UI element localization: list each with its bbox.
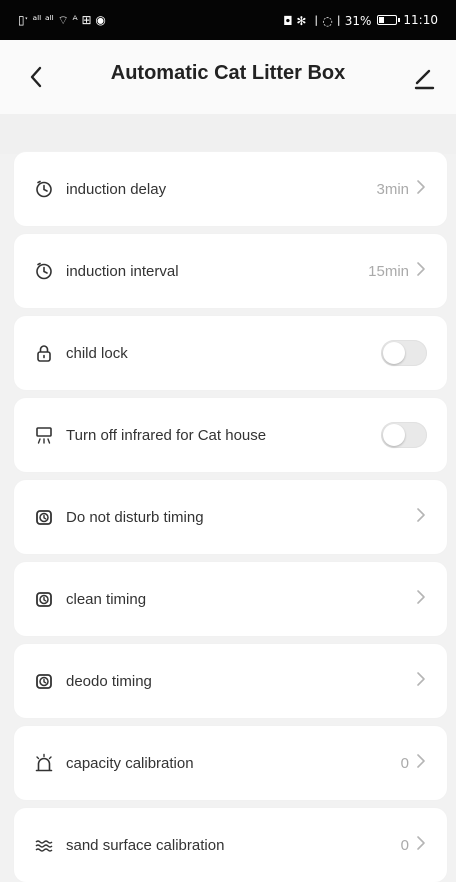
toggle-switch[interactable] [381,340,427,366]
setting-label: induction delay [66,180,167,198]
chevron-right-icon [415,261,427,282]
status-left-text: ▯ˑ ᵃˡˡ ᵃˡˡ ⌔ ᴬ ⊞ ◉ [18,12,106,27]
alarm-icon [34,671,54,691]
siren-icon [34,753,54,773]
chevron-right-icon [415,589,427,610]
status-right-text: ◘ ✻ 〡◌〡31% [283,13,372,28]
setting-row-infrared-off[interactable]: Turn off infrared for Cat house [14,398,447,472]
setting-row-capacity-calibration[interactable]: capacity calibration 0 [14,726,447,800]
setting-value: 15min [368,262,409,280]
page-title: Automatic Cat Litter Box [110,62,346,84]
waves-icon [34,835,54,855]
infrared-icon [34,425,54,445]
setting-value: 3min [376,180,409,198]
header-divider [0,114,456,154]
setting-row-deodo-timing[interactable]: deodo timing [14,644,447,718]
chevron-right-icon [415,753,427,774]
setting-label: Turn off infrared for Cat house [66,426,267,444]
alarm-icon [34,507,54,527]
setting-label: clean timing [66,590,147,608]
status-left-icons: ▯ˑ ᵃˡˡ ᵃˡˡ ⌔ ᴬ ⊞ ◉ [18,13,106,28]
navigation-bar: Automatic Cat Litter Box [0,40,456,114]
setting-label: capacity calibration [66,754,194,772]
clock-icon [34,179,54,199]
clock-icon [34,261,54,281]
setting-label: induction interval [66,262,179,280]
toggle-switch[interactable] [381,422,427,448]
chevron-right-icon [415,835,427,856]
setting-label: sand surface calibration [66,836,225,854]
setting-row-clean-timing[interactable]: clean timing [14,562,447,636]
setting-value: 0 [400,836,409,854]
status-bar: ▯ˑ ᵃˡˡ ᵃˡˡ ⌔ ᴬ ⊞ ◉ ◘ ✻ 〡◌〡31% 11:10 [0,0,456,40]
setting-value: 0 [400,754,409,772]
edit-button[interactable] [410,64,438,92]
status-right: ◘ ✻ 〡◌〡31% 11:10 [283,12,438,29]
setting-row-do-not-disturb[interactable]: Do not disturb timing [14,480,447,554]
setting-row-induction-delay[interactable]: induction delay 3min [14,152,447,226]
alarm-icon [34,589,54,609]
status-time: 11:10 [403,13,438,27]
setting-row-sand-surface-calibration[interactable]: sand surface calibration 0 [14,808,447,882]
toggle-knob [383,424,405,446]
toggle-knob [383,342,405,364]
pencil-icon [414,69,435,90]
chevron-right-icon [415,671,427,692]
setting-row-induction-interval[interactable]: induction interval 15min [14,234,447,308]
battery-icon [377,15,401,25]
setting-label: Do not disturb timing [66,508,204,526]
setting-label: child lock [66,344,128,362]
chevron-right-icon [415,179,427,200]
chevron-right-icon [415,507,427,528]
setting-row-child-lock[interactable]: child lock [14,316,447,390]
setting-label: deodo timing [66,672,152,690]
lock-icon [34,343,54,363]
